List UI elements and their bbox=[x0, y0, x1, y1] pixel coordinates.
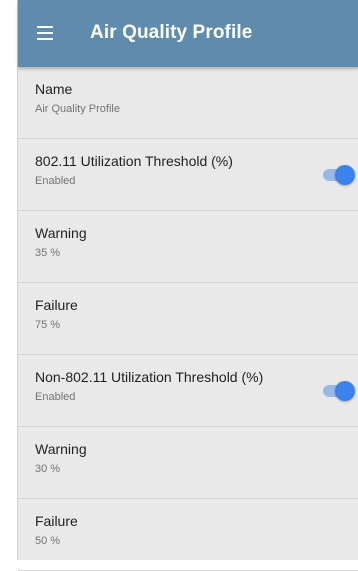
settings-list: Name Air Quality Profile 802.11 Utilizat… bbox=[18, 67, 358, 571]
hamburger-menu-icon[interactable] bbox=[37, 26, 53, 40]
setting-label: Name bbox=[35, 81, 73, 97]
phone-screen: Air Quality Profile Name Air Quality Pro… bbox=[17, 0, 358, 571]
app-bar-title: Air Quality Profile bbox=[90, 22, 253, 43]
app-bar: Air Quality Profile bbox=[18, 0, 358, 67]
setting-label: Warning bbox=[35, 225, 87, 241]
setting-label: Non-802.11 Utilization Threshold (%) bbox=[35, 369, 264, 385]
setting-value: 50 % bbox=[35, 535, 61, 547]
setting-value: Enabled bbox=[35, 175, 76, 187]
non-80211-threshold-toggle[interactable] bbox=[321, 381, 355, 401]
setting-value: 30 % bbox=[35, 463, 61, 475]
setting-value: 75 % bbox=[35, 319, 61, 331]
setting-label: Failure bbox=[35, 297, 78, 313]
setting-80211-utilization-threshold[interactable]: 802.11 Utilization Threshold (%) Enabled bbox=[18, 139, 358, 211]
setting-label: 802.11 Utilization Threshold (%) bbox=[35, 153, 233, 169]
setting-label: Warning bbox=[35, 441, 87, 457]
80211-threshold-toggle[interactable] bbox=[321, 165, 355, 185]
setting-80211-failure[interactable]: Failure 75 % bbox=[18, 283, 358, 355]
setting-label: Failure bbox=[35, 513, 78, 529]
setting-name[interactable]: Name Air Quality Profile bbox=[18, 67, 358, 139]
setting-80211-warning[interactable]: Warning 35 % bbox=[18, 211, 358, 283]
setting-value: Air Quality Profile bbox=[35, 103, 120, 115]
setting-non-80211-utilization-threshold[interactable]: Non-802.11 Utilization Threshold (%) Ena… bbox=[18, 355, 358, 427]
setting-non-80211-warning[interactable]: Warning 30 % bbox=[18, 427, 358, 499]
setting-value: 35 % bbox=[35, 247, 61, 259]
toggle-thumb bbox=[335, 381, 355, 401]
setting-value: Enabled bbox=[35, 391, 76, 403]
setting-non-80211-failure[interactable]: Failure 50 % bbox=[18, 499, 358, 571]
toggle-thumb bbox=[335, 165, 355, 185]
